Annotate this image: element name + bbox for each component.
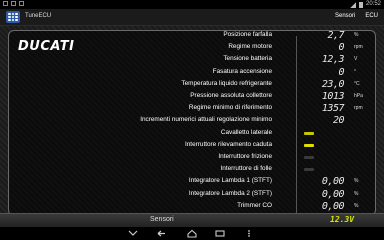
status-indicator [304,156,314,159]
parameter-label: Regime minimo di riferimento [188,104,272,112]
status-indicator [304,131,314,135]
parameter-row: Incrementi numerici attuali regolazione … [0,115,384,127]
parameter-row: Temperatura liquido refrigerante 23,0 °C [0,79,384,91]
back-icon[interactable] [155,229,167,238]
parameter-row: Posizione farfalla 2,7% [0,30,384,42]
parameter-label: Interruttore frizione [218,153,272,160]
parameter-value: 12,3 [321,54,345,66]
parameter-row: Tensione batteria 12,3 V [0,54,384,66]
parameter-unit: % [354,202,359,209]
parameter-label: Posizione farfalla [223,31,272,38]
battery-icon [358,1,363,8]
nav-down-icon[interactable] [127,229,139,238]
action-ecu[interactable]: ECU [365,13,378,19]
parameter-label: Integratore Lambda 1 (STFT) [188,177,272,185]
footer-bar: Sensori 12.3V [0,213,384,227]
parameter-unit: ° [354,68,356,75]
action-sensori[interactable]: Sensori [335,13,355,19]
parameter-unit: % [354,178,359,185]
home-icon[interactable] [186,229,198,238]
notification-icon [3,1,8,6]
parameter-unit: rpm [354,105,363,112]
parameter-unit: % [354,32,359,38]
parameter-row: Fasatura accensione 0 ° [0,67,384,79]
parameter-label: Tensione batteria [223,55,272,63]
parameter-row: Cavalletto laterale [0,128,384,140]
parameter-label: Pressione assoluta collettore [190,92,272,99]
parameter-unit: rpm [354,44,363,51]
parameter-row: Interruttore rilevamento caduta [0,140,384,152]
parameter-row: Interruttore di folle [0,164,384,176]
battery-voltage-readout: 12.3V [330,215,355,224]
clock: 20:52 [365,1,381,7]
parameter-label: Regime motore [228,43,272,51]
parameter-row: Trimmer CO 0,00% [0,201,384,213]
parameter-label: Interruttore rilevamento caduta [184,140,272,148]
parameter-value: 20 [332,115,345,127]
parameter-label: Integratore Lambda 2 (STFT) [188,189,272,197]
parameter-value: 0,00 [321,188,345,200]
parameter-value: 0 [338,42,344,54]
parameter-label: Temperatura liquido refrigerante [181,79,272,87]
parameter-label: Trimmer CO [237,201,272,209]
parameter-value: 2,7 [327,30,344,41]
parameter-value: 0 [338,66,344,78]
notification-icon [11,1,16,6]
parameter-label: Fasatura accensione [212,67,272,75]
menu-dots-icon[interactable] [243,229,255,238]
app-grid-icon[interactable] [6,11,20,23]
parameter-row: Regime minimo di riferimento 1357 rpm [0,103,384,115]
parameter-value: 0,00 [321,176,345,188]
parameter-label: Interruttore di folle [220,165,272,173]
footer-title: Sensori [150,216,174,223]
status-bar: 20:52 [0,0,384,9]
parameter-value: 1013 [321,91,345,102]
wifi-icon [349,1,356,8]
status-indicator [304,143,314,147]
recent-apps-icon[interactable] [214,229,226,238]
parameter-row: Interruttore frizione [0,152,384,164]
parameter-value: 0,00 [321,200,345,212]
app-title: TuneECU [25,13,52,19]
parameter-row: Pressione assoluta collettore 1013 hPa [0,91,384,103]
notification-icons [3,1,24,6]
parameter-row: Integratore Lambda 2 (STFT) 0,00% [0,189,384,201]
parameter-unit: V [354,56,358,63]
notification-icon [19,1,24,6]
parameter-label: Cavalletto laterale [220,128,272,136]
navigation-bar [0,227,384,240]
parameter-value: 23,0 [321,78,345,90]
parameter-unit: % [354,190,359,197]
status-indicator [304,168,314,172]
parameter-unit: hPa [354,93,363,99]
parameter-row: Integratore Lambda 1 (STFT) 0,00% [0,176,384,188]
parameter-row: Regime motore 0 rpm [0,42,384,54]
app-bar: TuneECU Sensori ECU [0,9,384,26]
parameter-value: 1357 [321,103,345,115]
parameter-label: Incrementi numerici attuali regolazione … [140,116,272,124]
parameter-unit: °C [354,80,360,87]
